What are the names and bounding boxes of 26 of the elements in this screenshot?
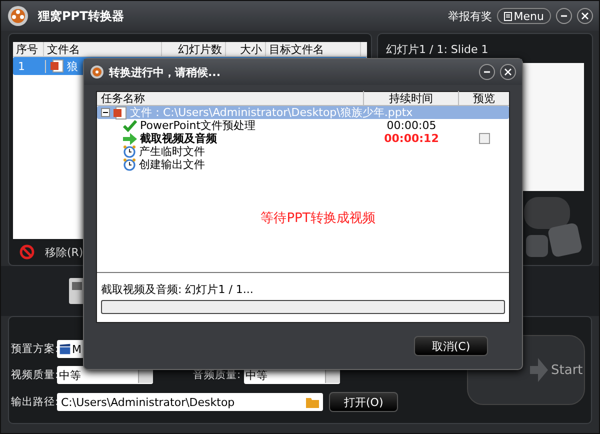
column-header[interactable]: 目标文件名 <box>266 42 361 56</box>
duration-text: 00:00:05 <box>386 119 436 132</box>
progress-text: 截取视频及音频: 幻灯片1 / 1... <box>101 282 254 297</box>
column-header[interactable]: 幻灯片数 <box>162 42 226 56</box>
task-name: 产生临时文件 <box>139 144 205 158</box>
column-header[interactable]: 序号 <box>13 42 44 56</box>
task-name: 创建输出文件 <box>139 157 205 172</box>
slide-label: 幻灯片1 / 1: Slide 1 <box>386 42 490 57</box>
task-name: 截取视频及音频 <box>140 131 217 146</box>
column-header[interactable]: 预览 <box>459 91 509 106</box>
table-cell: 1 <box>15 60 46 72</box>
window-title: 狸窝PPT转换器 <box>38 8 124 24</box>
menu-button[interactable]: Menu <box>496 8 551 24</box>
column-header[interactable]: 大小 <box>226 42 266 56</box>
report-link[interactable]: 举报有奖 <box>448 8 492 24</box>
status-message: 等待PPT转换成视频 <box>260 210 376 227</box>
open-button[interactable]: 打开(O) <box>329 392 398 412</box>
task-name: PowerPoint文件预处理 <box>140 118 256 132</box>
remove-button[interactable]: 移除(R) <box>13 244 90 260</box>
output-path-field[interactable]: C:\Users\Administrator\Desktop <box>57 393 323 411</box>
dialog-title: 转换进行中，请稍候... <box>109 64 221 80</box>
table-cell: 狼 <box>67 58 78 74</box>
column-header[interactable]: 文件名 <box>44 42 162 56</box>
audio-quality-label: 音频质量: <box>193 368 241 382</box>
duration-text: 00:00:12 <box>384 132 439 145</box>
cancel-button[interactable]: 取消(C) <box>414 336 488 356</box>
